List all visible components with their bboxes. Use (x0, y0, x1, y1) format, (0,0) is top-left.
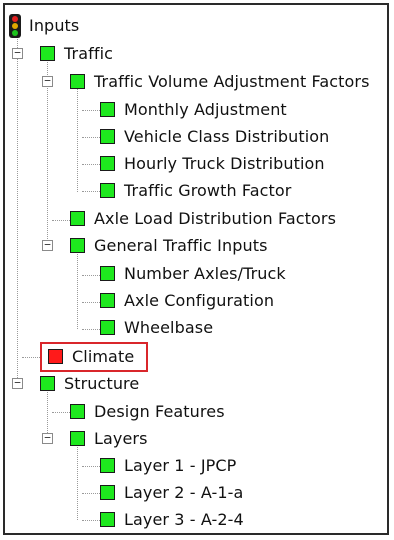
traffic-light-icon (9, 13, 21, 38)
status-ok-icon (40, 376, 55, 391)
status-ok-icon (100, 156, 115, 171)
tree-node-label: Monthly Adjustment (124, 100, 287, 119)
tree-node-label: General Traffic Inputs (94, 236, 268, 255)
status-ok-icon (100, 458, 115, 473)
tree-node-wb[interactable]: Wheelbase (100, 314, 213, 341)
tree-node-axcfg[interactable]: Axle Configuration (100, 287, 274, 314)
status-ok-icon (100, 512, 115, 527)
status-ok-icon (100, 102, 115, 117)
tree-node-label: Number Axles/Truck (124, 264, 286, 283)
tree-node-layer2[interactable]: Layer 2 - A-1-a (100, 479, 243, 506)
collapse-layers-icon[interactable]: − (42, 432, 53, 444)
tree-node-label: Layer 2 - A-1-a (124, 483, 244, 502)
tree-node-label: Hourly Truck Distribution (124, 154, 325, 173)
tree-node-nat[interactable]: Number Axles/Truck (100, 260, 286, 287)
tree-node-label: Structure (64, 374, 140, 393)
tree-node-climate[interactable]: Climate (48, 343, 134, 370)
status-ok-icon (100, 485, 115, 500)
collapse-structure-icon[interactable]: − (12, 377, 23, 389)
status-ok-icon (40, 46, 55, 61)
tree-node-label: Traffic (64, 44, 114, 63)
tree-node-traffic[interactable]: Traffic (40, 40, 113, 67)
status-error-icon (48, 349, 63, 364)
tree-node-tgf[interactable]: Traffic Growth Factor (100, 177, 291, 204)
tree-node-label: Layer 3 - A-2-4 (124, 510, 244, 529)
tree-node-layers[interactable]: Layers (70, 425, 148, 452)
tree-root-label: Inputs (29, 16, 80, 35)
tree-node-vcd[interactable]: Vehicle Class Distribution (100, 123, 329, 150)
tree-node-htd[interactable]: Hourly Truck Distribution (100, 150, 325, 177)
tree-node-label: Layer 1 - JPCP (124, 456, 237, 475)
tree-node-label: Traffic Volume Adjustment Factors (94, 72, 370, 91)
tree-node-label: Axle Configuration (124, 291, 275, 310)
tree-node-layer3[interactable]: Layer 3 - A-2-4 (100, 506, 244, 533)
tree-node-label: Vehicle Class Distribution (124, 127, 330, 146)
tree-node-label: Climate (72, 347, 135, 366)
tree-node-label: Axle Load Distribution Factors (94, 209, 336, 228)
tree-node-structure[interactable]: Structure (40, 370, 139, 397)
collapse-tvaf-icon[interactable]: − (42, 75, 53, 87)
status-ok-icon (100, 293, 115, 308)
tree-node-df[interactable]: Design Features (70, 398, 225, 425)
collapse-traffic-icon[interactable]: − (12, 47, 23, 59)
tree-root-inputs[interactable]: Inputs (8, 12, 79, 39)
collapse-gti-icon[interactable]: − (42, 239, 53, 251)
input-tree: − − − − − Inputs Traffic Traffic Volume … (0, 0, 394, 540)
tree-node-monthly[interactable]: Monthly Adjustment (100, 96, 287, 123)
tree-node-tvaf[interactable]: Traffic Volume Adjustment Factors (70, 68, 370, 95)
status-ok-icon (100, 129, 115, 144)
tree-node-label: Layers (94, 429, 148, 448)
tree-node-layer1[interactable]: Layer 1 - JPCP (100, 452, 236, 479)
status-ok-icon (100, 320, 115, 335)
status-ok-icon (70, 238, 85, 253)
status-ok-icon (70, 404, 85, 419)
tree-node-label: Traffic Growth Factor (124, 181, 292, 200)
status-ok-icon (70, 74, 85, 89)
status-ok-icon (70, 431, 85, 446)
status-ok-icon (70, 211, 85, 226)
status-ok-icon (100, 266, 115, 281)
tree-node-gti[interactable]: General Traffic Inputs (70, 232, 268, 259)
status-ok-icon (100, 183, 115, 198)
tree-node-label: Wheelbase (124, 318, 214, 337)
tree-node-aldf[interactable]: Axle Load Distribution Factors (70, 205, 336, 232)
tree-node-label: Design Features (94, 402, 225, 421)
